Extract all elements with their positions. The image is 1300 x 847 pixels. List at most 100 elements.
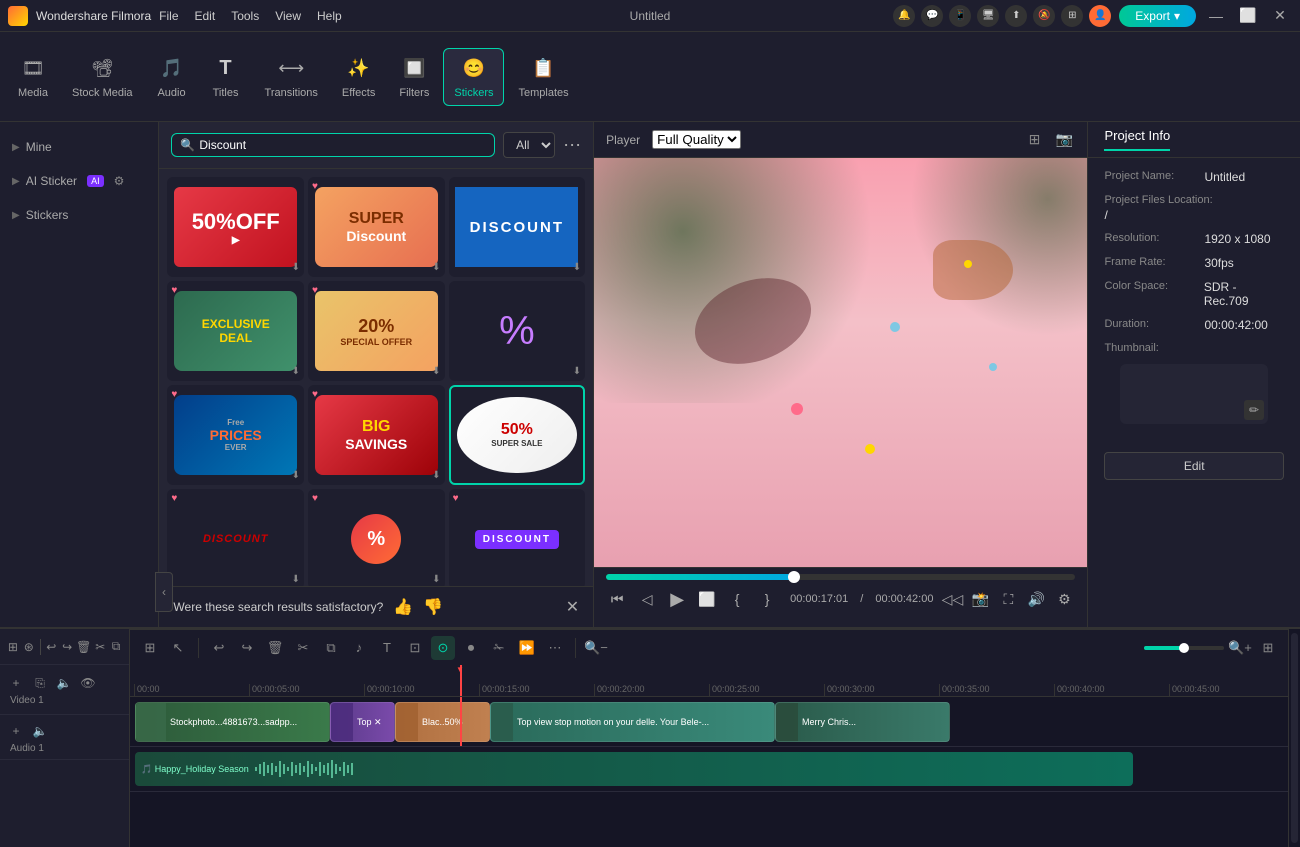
menu-help[interactable]: Help (317, 9, 342, 23)
quality-select[interactable]: Full Quality (652, 130, 741, 149)
grid-view-btn[interactable]: ⊞ (6, 637, 20, 657)
download-icon-6[interactable]: ⬇ (573, 366, 581, 377)
sticker-item-6[interactable]: % ⬇ (449, 281, 586, 381)
snapshot-icon[interactable]: 📷 (1053, 129, 1075, 151)
clip-4[interactable]: Top view stop motion on your delle. Your… (490, 702, 775, 742)
go-start-button[interactable]: ⏮ (606, 588, 628, 610)
menu-view[interactable]: View (275, 9, 301, 23)
sticker-item-12[interactable]: DISCOUNT ♥ (449, 489, 586, 586)
download-icon-10[interactable]: ⬇ (292, 574, 300, 585)
search-input-wrap[interactable]: 🔍 (171, 133, 495, 157)
settings-ctrl-btn[interactable]: ⚙ (1053, 588, 1075, 610)
fullscreen-button[interactable]: ⛶ (997, 588, 1019, 610)
sticker-item-10[interactable]: DISCOUNT ♥ ⬇ (167, 489, 304, 586)
tb-audio-icon[interactable]: ♪ (347, 636, 371, 660)
toolbar-stickers[interactable]: 😊 Stickers (443, 48, 504, 106)
ai-settings-icon[interactable]: ⚙ (114, 174, 125, 188)
toolbar-stock-media[interactable]: 📽 Stock Media (62, 49, 143, 105)
sticker-item-1[interactable]: 50%OFF ▶ ⬇ (167, 177, 304, 277)
sticker-item-4[interactable]: EXCLUSIVE DEAL ♥ ⬇ (167, 281, 304, 381)
toolbar-media[interactable]: 🎞 Media (8, 49, 58, 105)
thumbs-down-button[interactable]: 👎 (423, 597, 443, 617)
play-button[interactable]: ▶ (666, 588, 688, 610)
feedback-close-button[interactable]: ✕ (566, 597, 579, 617)
more-options-button[interactable]: ⋯ (563, 135, 581, 156)
tb-pointer-icon[interactable]: ↖ (166, 636, 190, 660)
tb-crop-icon[interactable]: ⊡ (403, 636, 427, 660)
toolbar-titles[interactable]: T Titles (201, 49, 251, 105)
devices-icon[interactable]: 📱 (949, 5, 971, 27)
add-audio-btn[interactable]: + (6, 721, 26, 741)
maximize-button[interactable]: ⬜ (1236, 4, 1260, 28)
export-button[interactable]: Export ▾ (1119, 5, 1196, 27)
clip-5[interactable]: Merry Chris... (775, 702, 950, 742)
download-icon-7[interactable]: ⬇ (292, 470, 300, 481)
tb-undo-icon[interactable]: ↩ (207, 636, 231, 660)
grid-icon[interactable]: ⊞ (1061, 5, 1083, 27)
upload-icon[interactable]: ⬆ (1005, 5, 1027, 27)
stop-button[interactable]: ⬜ (696, 588, 718, 610)
tb-record-icon[interactable]: ⏺ (459, 636, 483, 660)
download-icon-2[interactable]: ⬇ (432, 262, 440, 273)
download-icon-8[interactable]: ⬇ (432, 470, 440, 481)
clip-1[interactable]: Stockphoto...4881673...sadpp... (135, 702, 330, 742)
toolbar-effects[interactable]: ✨ Effects (332, 49, 385, 105)
stickers-section[interactable]: ▶ Stickers (0, 198, 158, 232)
magnet-btn[interactable]: ⊛ (22, 637, 36, 657)
notifications-icon[interactable]: 🔔 (893, 5, 915, 27)
sticker-item-11[interactable]: % ♥ ⬇ (308, 489, 445, 586)
avatar[interactable]: 👤 (1089, 5, 1111, 27)
cut-btn[interactable]: ✂ (93, 637, 107, 657)
progress-bar[interactable] (606, 574, 1075, 580)
mute-audio-btn[interactable]: 🔈 (30, 721, 50, 741)
sticker-item-2[interactable]: SUPER Discount ♥ ⬇ (308, 177, 445, 277)
detach-audio-btn[interactable]: ⎘ (30, 673, 50, 693)
alerts-icon[interactable]: 🔕 (1033, 5, 1055, 27)
ai-sticker-section[interactable]: ▶ AI Sticker AI ⚙ (0, 164, 158, 198)
sticker-item-8[interactable]: BIG SAVINGS ♥ ⬇ (308, 385, 445, 485)
tb-copy-icon[interactable]: ⧉ (319, 636, 343, 660)
sticker-item-3[interactable]: DISCOUNT ⬇ (449, 177, 586, 277)
filter-dropdown[interactable]: All (503, 132, 555, 158)
thumbnail-edit-button[interactable]: ✏ (1244, 400, 1264, 420)
tb-more-icon[interactable]: ⋯ (543, 636, 567, 660)
progress-thumb[interactable] (788, 571, 800, 583)
mute-video-btn[interactable]: 🔈 (54, 673, 74, 693)
delete-btn[interactable]: 🗑 (76, 637, 91, 657)
eye-btn[interactable]: 👁 (78, 673, 98, 693)
download-icon-1[interactable]: ⬇ (292, 262, 300, 273)
prev-clip-button[interactable]: ◁◁ (941, 588, 963, 610)
download-icon-3[interactable]: ⬇ (573, 262, 581, 273)
toolbar-filters[interactable]: 🔲 Filters (389, 49, 439, 105)
tb-speed-icon[interactable]: ⏩ (515, 636, 539, 660)
mine-section[interactable]: ▶ Mine (0, 130, 158, 164)
search-input[interactable] (199, 138, 486, 152)
download-icon-4[interactable]: ⬇ (292, 366, 300, 377)
clip-3[interactable]: Blac..50% (395, 702, 490, 742)
tb-cut2-icon[interactable]: ✁ (487, 636, 511, 660)
tb-delete-icon[interactable]: 🗑 (263, 636, 287, 660)
redo-btn[interactable]: ↪ (60, 637, 74, 657)
undo-btn[interactable]: ↩ (44, 637, 58, 657)
clip-2[interactable]: Top ✕ (330, 702, 395, 742)
sticker-item-9[interactable]: 50% SUPER SALE (449, 385, 586, 485)
menu-edit[interactable]: Edit (195, 9, 216, 23)
tb-zoom-in-icon[interactable]: 🔍+ (1228, 636, 1252, 660)
thumbs-up-button[interactable]: 👍 (393, 597, 413, 617)
menu-file[interactable]: File (159, 9, 178, 23)
tb-cut-icon[interactable]: ✂ (291, 636, 315, 660)
audio-clip-1[interactable]: 🎵 Happy_Holiday Season (135, 752, 1133, 786)
toolbar-audio[interactable]: 🎵 Audio (147, 49, 197, 105)
toolbar-templates[interactable]: 📋 Templates (508, 49, 578, 105)
tb-expand-icon[interactable]: ⊞ (1256, 636, 1280, 660)
frame-back-button[interactable]: ◁ (636, 588, 658, 610)
download-icon-11[interactable]: ⬇ (432, 574, 440, 585)
tb-text-icon[interactable]: T (375, 636, 399, 660)
split-view-icon[interactable]: ⊞ (1023, 129, 1045, 151)
in-point-button[interactable]: { (726, 588, 748, 610)
volume-button[interactable]: 🔊 (1025, 588, 1047, 610)
messages-icon[interactable]: 💬 (921, 5, 943, 27)
menu-tools[interactable]: Tools (231, 9, 259, 23)
tb-redo-icon[interactable]: ↪ (235, 636, 259, 660)
devices2-icon[interactable]: 🖥 (977, 5, 999, 27)
